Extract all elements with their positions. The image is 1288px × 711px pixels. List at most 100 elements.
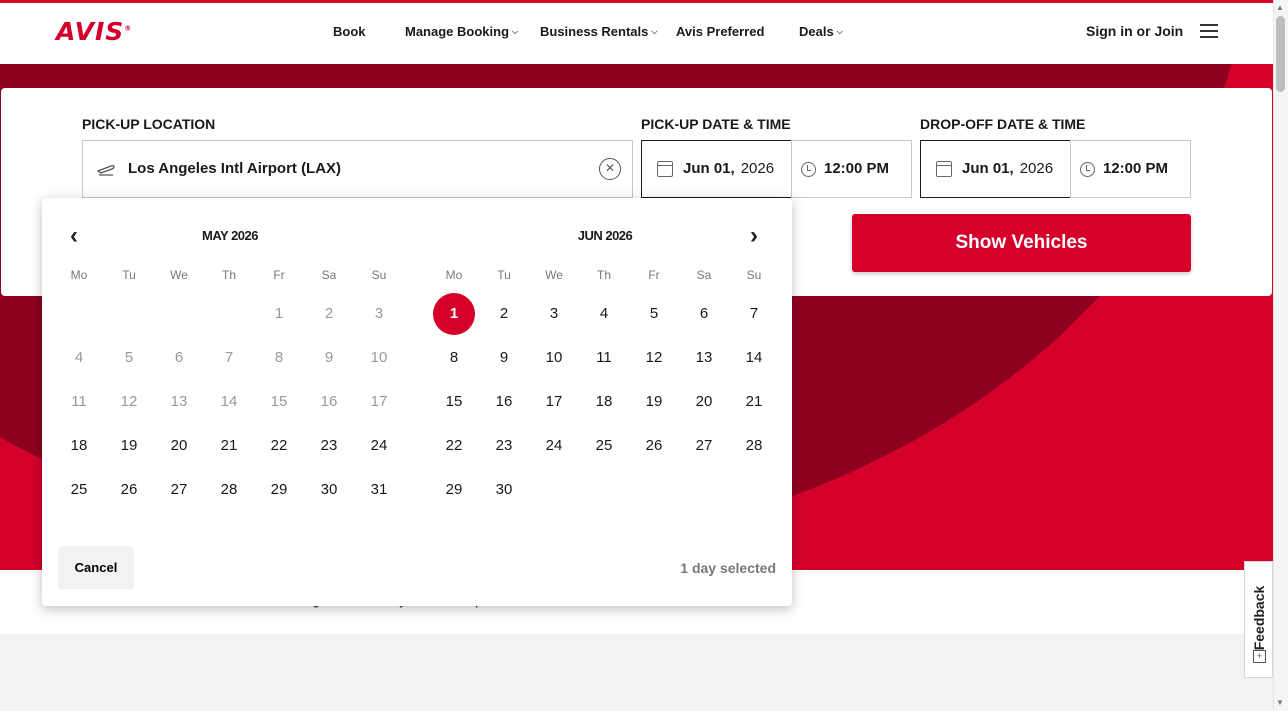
calendar-day: 14	[220, 393, 238, 410]
calendar-day[interactable]: 24	[359, 426, 399, 466]
calendar-day: 17	[370, 393, 388, 410]
calendar-day: 4	[74, 349, 84, 366]
nav-manage-booking[interactable]: Manage Booking ⌵	[405, 24, 518, 39]
calendar-day: 7	[224, 349, 234, 366]
weekday-header: Th	[221, 268, 236, 282]
weekday-header: Mo	[445, 268, 463, 282]
calendar-day[interactable]: 18	[584, 382, 624, 422]
calendar-day[interactable]: 26	[634, 426, 674, 466]
weekday-header: We	[170, 268, 188, 282]
calendar-day[interactable]: 29	[259, 470, 299, 510]
scrollbar[interactable]	[1273, 0, 1288, 711]
calendar-day[interactable]: 25	[59, 470, 99, 510]
calendar-day[interactable]: 13	[684, 338, 724, 378]
june-month-title: JUN 2026	[577, 228, 633, 243]
next-month-icon[interactable]: ›	[750, 222, 758, 250]
calendar-day: 13	[170, 393, 188, 410]
show-vehicles-button[interactable]: Show Vehicles	[852, 214, 1191, 272]
calendar-day[interactable]: 9	[484, 338, 524, 378]
scroll-up-icon[interactable]: ▲	[1276, 3, 1284, 12]
nav-book[interactable]: Book	[333, 24, 366, 39]
calendar-day-selected[interactable]: 1	[433, 293, 475, 335]
calendar-day: 1	[274, 305, 284, 322]
calendar-day[interactable]: 16	[484, 382, 524, 422]
chevron-down-icon: ⌵	[651, 26, 658, 36]
calendar-day: 6	[174, 349, 184, 366]
calendar-day[interactable]: 27	[159, 470, 199, 510]
calendar-day[interactable]: 11	[584, 338, 624, 378]
weekday-header: Tu	[497, 268, 511, 282]
calendar-day[interactable]: 21	[734, 382, 774, 422]
calendar-day[interactable]: 22	[259, 426, 299, 466]
clock-icon	[1080, 162, 1095, 177]
calendar-day: 15	[270, 393, 288, 410]
feedback-tab[interactable]: Feedback +	[1244, 561, 1273, 678]
weekday-header: Mo	[70, 268, 88, 282]
calendar-day[interactable]: 24	[534, 426, 574, 466]
calendar-day[interactable]: 15	[434, 382, 474, 422]
weekday-header: Sa	[696, 268, 712, 282]
calendar-day[interactable]: 12	[634, 338, 674, 378]
airplane-icon	[97, 165, 115, 176]
calendar-day: 5	[124, 349, 134, 366]
pickup-location-label: PICK-UP LOCATION	[82, 116, 216, 132]
dropoff-date-value: Jun 01, 2026	[962, 160, 1054, 177]
calendar-day[interactable]: 20	[684, 382, 724, 422]
dropoff-datetime-label: DROP-OFF DATE & TIME	[920, 116, 1086, 132]
calendar-day[interactable]: 6	[684, 294, 724, 334]
weekday-header: Su	[371, 268, 387, 282]
calendar-day[interactable]: 20	[159, 426, 199, 466]
scrollbar-thumb[interactable]	[1276, 16, 1285, 92]
calendar-day[interactable]: 10	[534, 338, 574, 378]
calendar-day[interactable]: 23	[309, 426, 349, 466]
weekday-header: Tu	[122, 268, 136, 282]
calendar-day[interactable]: 21	[209, 426, 249, 466]
avis-logo[interactable]: AVIS®	[56, 17, 132, 46]
calendar-day[interactable]: 19	[634, 382, 674, 422]
scroll-down-icon[interactable]: ▼	[1276, 698, 1284, 707]
calendar-day[interactable]: 17	[534, 382, 574, 422]
calendar-day[interactable]: 14	[734, 338, 774, 378]
pickup-date-value: Jun 01, 2026	[683, 160, 775, 177]
calendar-day[interactable]: 28	[734, 426, 774, 466]
pickup-time-value: 12:00 PM	[824, 160, 890, 177]
calendar-icon	[657, 161, 673, 177]
calendar-day[interactable]: 8	[434, 338, 474, 378]
chevron-down-icon: ⌵	[512, 26, 519, 36]
calendar-day[interactable]: 30	[484, 470, 524, 510]
previous-month-icon[interactable]: ‹	[70, 222, 78, 250]
calendar-day[interactable]: 27	[684, 426, 724, 466]
cancel-button[interactable]: Cancel	[58, 546, 134, 589]
clear-location-icon[interactable]: ✕	[599, 158, 621, 180]
calendar-day[interactable]: 29	[434, 470, 474, 510]
calendar-day[interactable]: 5	[634, 294, 674, 334]
clock-icon	[801, 162, 816, 177]
pickup-datetime-label: PICK-UP DATE & TIME	[641, 116, 791, 132]
nav-business-rentals[interactable]: Business Rentals ⌵	[540, 24, 657, 39]
nav-deals[interactable]: Deals ⌵	[799, 24, 843, 39]
calendar-day[interactable]: 3	[534, 294, 574, 334]
calendar-day[interactable]: 28	[209, 470, 249, 510]
date-picker-popup: ‹ MAY 2026 JUN 2026 › Mo Tu We Th Fr Sa Su 1 2 3 4…	[42, 198, 792, 606]
calendar-day: 8	[274, 349, 284, 366]
sign-in-link[interactable]: Sign in or Join	[1086, 23, 1183, 39]
calendar-day[interactable]: 25	[584, 426, 624, 466]
calendar-day[interactable]: 23	[484, 426, 524, 466]
calendar-day[interactable]: 31	[359, 470, 399, 510]
calendar-day[interactable]: 22	[434, 426, 474, 466]
weekday-header: Su	[746, 268, 762, 282]
calendar-day[interactable]: 18	[59, 426, 99, 466]
weekday-header: Fr	[273, 268, 285, 282]
hamburger-menu-icon[interactable]	[1200, 24, 1218, 39]
feedback-plus-icon: +	[1253, 650, 1266, 663]
days-selected-label: 1 day selected	[680, 560, 776, 576]
calendar-day[interactable]: 30	[309, 470, 349, 510]
calendar-day[interactable]: 7	[734, 294, 774, 334]
calendar-day[interactable]: 26	[109, 470, 149, 510]
calendar-day[interactable]: 2	[484, 294, 524, 334]
weekday-header: Sa	[321, 268, 337, 282]
nav-avis-preferred[interactable]: Avis Preferred	[676, 24, 764, 39]
may-month-title: MAY 2026	[202, 228, 259, 243]
calendar-day[interactable]: 4	[584, 294, 624, 334]
calendar-day[interactable]: 19	[109, 426, 149, 466]
